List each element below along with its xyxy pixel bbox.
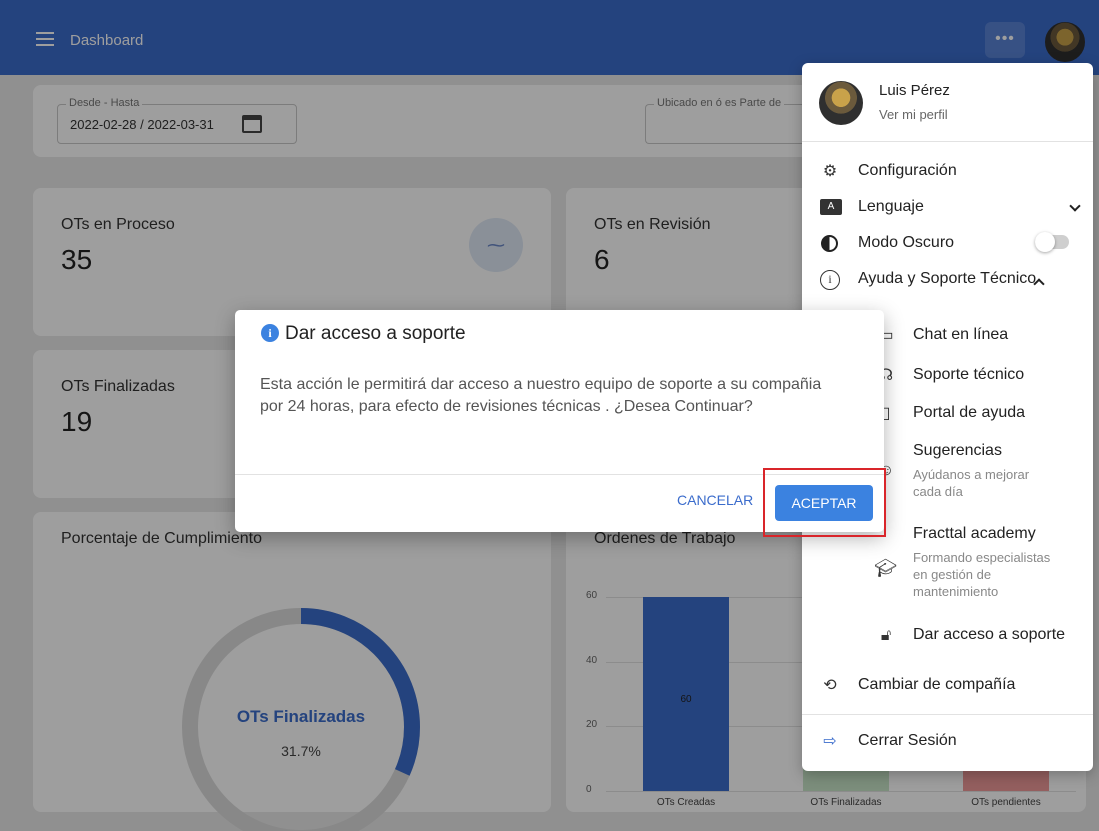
menu-item-label: Chat en línea [913,326,1009,343]
menu-item-label: Ayuda y Soporte Técnico [858,270,1037,287]
menu-item-logout[interactable]: ⇨ Cerrar Sesión [802,725,1093,759]
logout-icon: ⇨ [823,733,837,750]
menu-avatar [819,81,863,125]
menu-item-dark-mode[interactable]: Modo Oscuro [802,227,1093,261]
menu-divider [802,714,1093,715]
toggle-knob [1035,232,1055,252]
chevron-down-icon [1069,200,1081,212]
submenu-item-support-access[interactable]: 🔓︎ Dar acceso a soporte [802,619,1093,653]
cancel-button[interactable]: CANCELAR [677,492,753,508]
menu-item-label: Lenguaje [858,198,924,215]
menu-item-label: Cerrar Sesión [858,732,957,749]
menu-item-description: mantenimiento [913,584,999,599]
view-profile-link[interactable]: Ver mi perfil [879,107,948,122]
swap-icon: ⟲ [823,677,837,694]
translate-icon: A [820,199,842,215]
menu-item-settings[interactable]: ⚙ Configuración [802,155,1093,189]
menu-item-label: Dar acceso a soporte [913,626,1066,643]
lock-icon: 🔓︎ [880,627,892,644]
menu-item-change-company[interactable]: ⟲ Cambiar de compañía [802,669,1093,703]
accept-highlight-box [763,468,886,537]
menu-item-label: Portal de ayuda [913,404,1026,421]
menu-item-label: Modo Oscuro [858,234,955,251]
menu-item-help[interactable]: i Ayuda y Soporte Técnico [802,263,1093,297]
info-icon: i [261,324,279,342]
menu-item-description: Ayúdanos a mejorar [913,467,1030,482]
menu-item-label: Soporte técnico [913,366,1025,383]
menu-item-label: Configuración [858,162,957,179]
dialog-title: Dar acceso a soporte [285,323,466,344]
menu-item-description: en gestión de [913,567,992,582]
gear-icon: ⚙ [822,163,838,180]
menu-item-label: Sugerencias [913,442,1002,459]
dialog-message: Esta acción le permitirá dar acceso a nu… [260,376,822,415]
dark-mode-toggle[interactable] [1035,232,1069,252]
menu-divider [802,141,1093,142]
menu-item-language[interactable]: A Lenguaje [802,191,1093,225]
menu-item-description: Formando especialistas [913,550,1051,565]
graduation-cap-icon: 🎓︎ [874,558,897,578]
menu-item-label: Cambiar de compañía [858,676,1016,693]
menu-item-label: Fracttal academy [913,525,1036,542]
user-name: Luis Pérez [879,82,950,99]
menu-item-description: cada día [913,484,963,499]
info-icon: i [820,270,840,290]
contrast-icon [821,235,838,252]
